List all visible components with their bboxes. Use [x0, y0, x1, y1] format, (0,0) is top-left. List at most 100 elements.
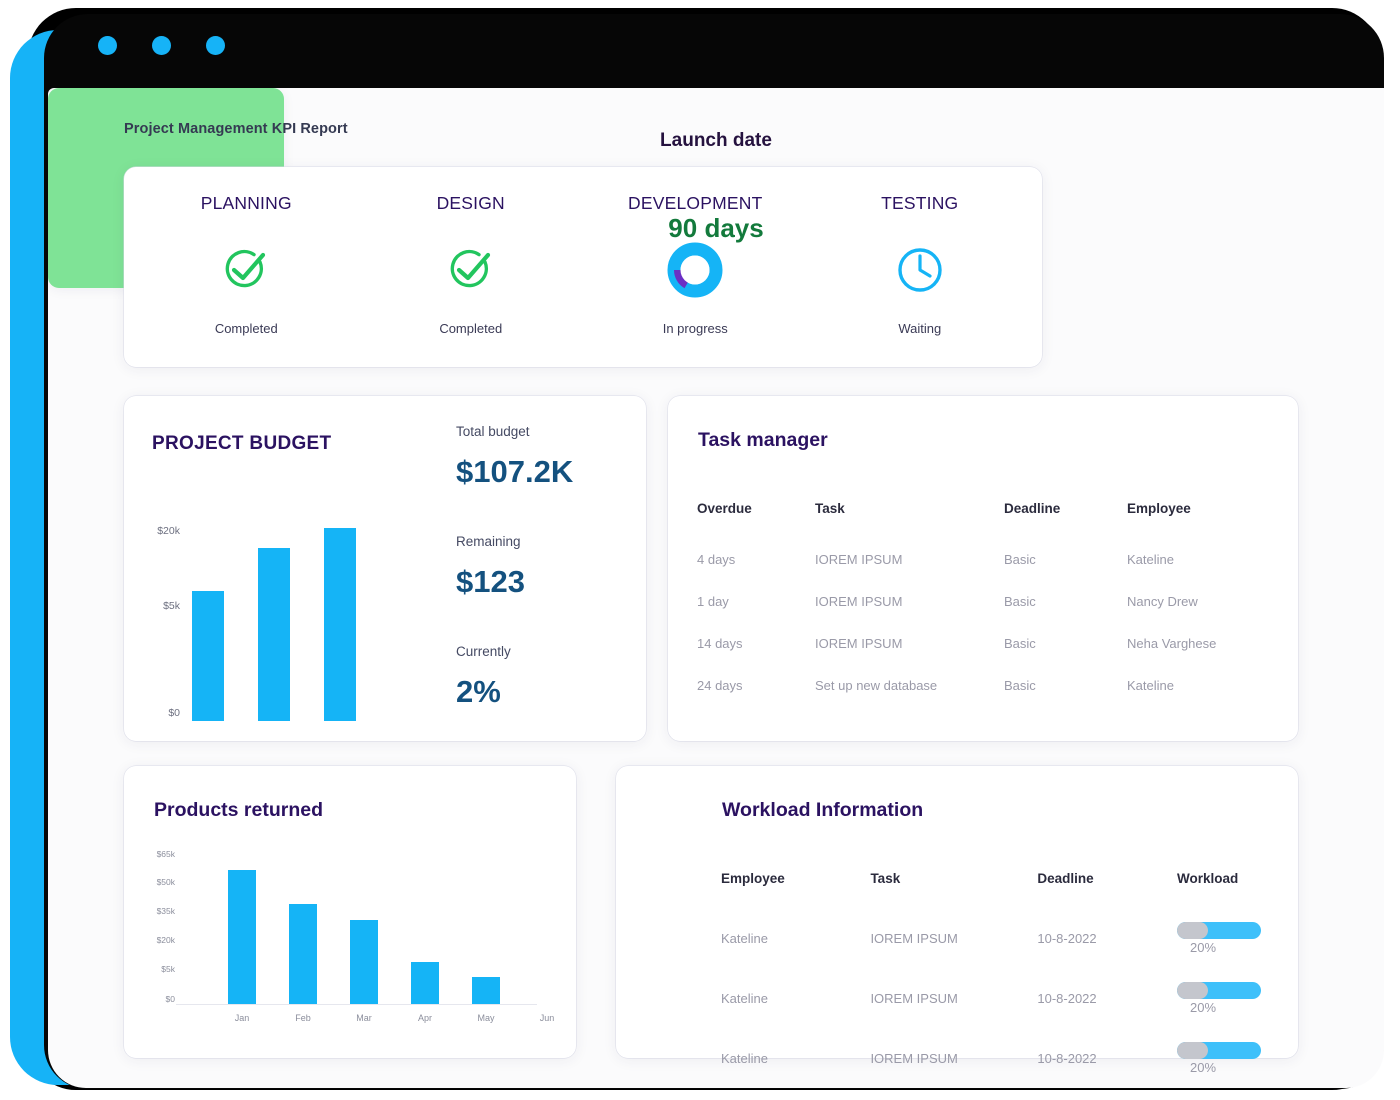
- table-row[interactable]: 1 day IOREM IPSUM Basic Nancy Drew: [697, 594, 1257, 636]
- task-name: IOREM IPSUM: [815, 636, 1004, 678]
- workload-progress-bar[interactable]: [1177, 1042, 1261, 1059]
- clock-icon: [892, 242, 948, 298]
- task-overdue: 1 day: [697, 594, 815, 636]
- list-item[interactable]: Kateline IOREM IPSUM 10-8-2022 20%: [721, 982, 1261, 1042]
- stage-development-title: DEVELOPMENT: [628, 193, 762, 214]
- pr-xtick-jan: Jan: [235, 1013, 250, 1023]
- workload-percent: 20%: [1190, 940, 1216, 955]
- task-deadline: Basic: [1004, 678, 1127, 720]
- project-budget-title: PROJECT BUDGET: [152, 433, 331, 455]
- task-employee: Neha Varghese: [1127, 636, 1257, 678]
- kpi-currently-label: Currently: [456, 644, 511, 659]
- pr-bar-feb: [289, 904, 317, 1004]
- kpi-currently-value: 2%: [456, 674, 501, 710]
- task-name: IOREM IPSUM: [815, 594, 1004, 636]
- list-item[interactable]: Kateline IOREM IPSUM 10-8-2022 20%: [721, 1042, 1261, 1088]
- task-deadline: Basic: [1004, 594, 1127, 636]
- workload-deadline: 10-8-2022: [1037, 982, 1177, 1042]
- pr-xtick-jun: Jun: [540, 1013, 555, 1023]
- task-employee: Nancy Drew: [1127, 594, 1257, 636]
- project-budget-card: PROJECT BUDGET $20k $5k $0 Total budget …: [124, 396, 646, 741]
- pr-ytick-35k: $35k: [157, 906, 175, 916]
- stage-development-status: In progress: [663, 321, 728, 336]
- workload-employee: Kateline: [721, 922, 870, 982]
- pr-xtick-may: May: [477, 1013, 494, 1023]
- check-circle-icon: [218, 242, 274, 298]
- table-row[interactable]: 4 days IOREM IPSUM Basic Kateline: [697, 552, 1257, 594]
- dashboard-screen: Project Management KPI Report PLANNING C…: [48, 88, 1384, 1088]
- project-stages-card: PLANNING Completed DESIGN: [124, 167, 1042, 367]
- products-returned-xaxis: [176, 1004, 537, 1005]
- stage-planning-status: Completed: [215, 321, 278, 336]
- workload-employee: Kateline: [721, 1042, 870, 1088]
- budget-bar-chart: $20k $5k $0: [140, 506, 390, 721]
- products-returned-title: Products returned: [154, 799, 323, 822]
- donut-progress-icon: [666, 242, 724, 298]
- column-header-workload: Workload: [1177, 871, 1261, 922]
- pr-xtick-feb: Feb: [295, 1013, 311, 1023]
- workload-progress-remainder: [1177, 982, 1208, 999]
- workload-employee: Kateline: [721, 982, 870, 1042]
- pr-bar-may: [472, 977, 500, 1004]
- workload-task: IOREM IPSUM: [870, 922, 1037, 982]
- column-header-overdue: Overdue: [697, 501, 815, 552]
- task-deadline: Basic: [1004, 636, 1127, 678]
- column-header-task: Task: [815, 501, 1004, 552]
- workload-task: IOREM IPSUM: [870, 1042, 1037, 1088]
- task-manager-title: Task manager: [698, 429, 828, 452]
- task-manager-card: Task manager Overdue Task Deadline Emplo…: [668, 396, 1298, 741]
- table-row[interactable]: 14 days IOREM IPSUM Basic Neha Varghese: [697, 636, 1257, 678]
- budget-ytick-20k: $20k: [157, 525, 180, 537]
- window-dot-3[interactable]: [206, 36, 225, 55]
- workload-header-row: Employee Task Deadline Workload: [721, 871, 1261, 922]
- workload-progress-bar[interactable]: [1177, 922, 1261, 939]
- task-name: IOREM IPSUM: [815, 552, 1004, 594]
- products-returned-bar-chart: $65k $50k $35k $20k $5k $0 Jan Feb Mar A…: [182, 854, 537, 1004]
- window-titlebar-dots: [98, 36, 225, 55]
- column-header-task: Task: [870, 871, 1037, 922]
- workload-deadline: 10-8-2022: [1037, 1042, 1177, 1088]
- task-overdue: 14 days: [697, 636, 815, 678]
- workload-progress-bar[interactable]: [1177, 982, 1261, 999]
- workload-progress-remainder: [1177, 1042, 1208, 1059]
- window-dot-2[interactable]: [152, 36, 171, 55]
- task-manager-table: Overdue Task Deadline Employee 4 days IO…: [697, 501, 1257, 720]
- workload-information-card: Workload Information Employee Task Deadl…: [616, 766, 1298, 1058]
- workload-table: Employee Task Deadline Workload Kateline…: [721, 871, 1261, 1088]
- pr-ytick-5k: $5k: [161, 964, 175, 974]
- task-employee: Kateline: [1127, 678, 1257, 720]
- workload-cell: 20%: [1177, 1042, 1261, 1088]
- column-header-deadline: Deadline: [1004, 501, 1127, 552]
- kpi-remaining-value: $123: [456, 564, 525, 600]
- pr-bar-apr: [411, 962, 439, 1004]
- workload-cell: 20%: [1177, 922, 1261, 982]
- budget-bar-2: [258, 548, 290, 721]
- task-overdue: 24 days: [697, 678, 815, 720]
- list-item[interactable]: Kateline IOREM IPSUM 10-8-2022 20%: [721, 922, 1261, 982]
- table-row[interactable]: 24 days Set up new database Basic Kateli…: [697, 678, 1257, 720]
- budget-ytick-0: $0: [168, 707, 180, 719]
- column-header-deadline: Deadline: [1037, 871, 1177, 922]
- budget-bar-1: [192, 591, 224, 721]
- products-returned-card: Products returned $65k $50k $35k $20k $5…: [124, 766, 576, 1058]
- task-overdue: 4 days: [697, 552, 815, 594]
- task-deadline: Basic: [1004, 552, 1127, 594]
- workload-percent: 20%: [1190, 1060, 1216, 1075]
- pr-ytick-50k: $50k: [157, 877, 175, 887]
- kpi-remaining-label: Remaining: [456, 534, 521, 549]
- window-dot-1[interactable]: [98, 36, 117, 55]
- task-employee: Kateline: [1127, 552, 1257, 594]
- pr-ytick-20k: $20k: [157, 935, 175, 945]
- workload-title: Workload Information: [722, 799, 923, 822]
- budget-ytick-5k: $5k: [163, 600, 180, 612]
- pr-xtick-mar: Mar: [356, 1013, 372, 1023]
- stage-testing-status: Waiting: [898, 321, 941, 336]
- workload-percent: 20%: [1190, 1000, 1216, 1015]
- stage-testing-title: TESTING: [881, 193, 958, 214]
- budget-bar-3: [324, 528, 356, 721]
- pr-ytick-0: $0: [166, 994, 175, 1004]
- column-header-employee: Employee: [721, 871, 870, 922]
- stage-planning-title: PLANNING: [201, 193, 292, 214]
- pr-ytick-65k: $65k: [157, 849, 175, 859]
- task-name: Set up new database: [815, 678, 1004, 720]
